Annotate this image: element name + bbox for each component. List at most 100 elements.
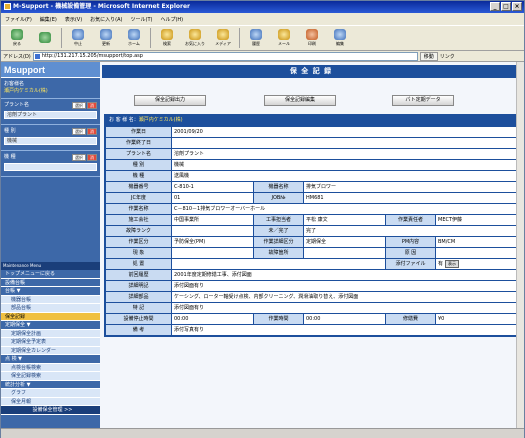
side-menu-item[interactable]: グラフ	[1, 389, 100, 398]
toolbar-button[interactable]	[31, 26, 59, 50]
category-block: 種 別 選択消 機械	[1, 125, 100, 151]
side-menu-item[interactable]: 統計分析 ▼	[1, 380, 100, 389]
sidebar: Msupport お客様名 瀬戸内ケミカル(株) プラント名 選択消 溶剤プラン…	[1, 62, 100, 434]
field-value	[171, 258, 386, 270]
field-label: 故障箇所	[253, 247, 304, 259]
app-logo[interactable]: Msupport	[1, 62, 100, 78]
field-value: 添付図面有り	[171, 302, 520, 314]
close-button[interactable]: ×	[512, 2, 522, 11]
output-button[interactable]: 保全記録出力	[134, 95, 206, 106]
kind-field[interactable]	[4, 163, 97, 171]
side-menu-item[interactable]: 設備保全管理 >>	[1, 406, 100, 415]
toolbar-icon	[128, 29, 140, 40]
menu-item[interactable]: お気に入り(A)	[90, 16, 122, 23]
field-value	[303, 247, 386, 259]
category-field[interactable]: 機械	[4, 137, 97, 145]
toolbar-label: お気に入り	[185, 41, 205, 46]
data-button[interactable]: パト定期データ	[392, 95, 454, 106]
toolbar-button[interactable]: 検索	[153, 26, 181, 50]
side-menu-item[interactable]: 保全記録	[1, 312, 100, 321]
field-value: MECT伊藤	[435, 214, 520, 226]
field-value: 送風機	[171, 170, 520, 182]
toolbar-button[interactable]: 更新	[92, 26, 120, 50]
record-row: 特 記添付図面有り	[105, 302, 520, 314]
field-label: 詳細部品	[105, 291, 172, 303]
side-menu-item[interactable]: 定期保全 ▼	[1, 321, 100, 330]
side-menu-item[interactable]: 定期保全予定表	[1, 338, 100, 347]
menu-item[interactable]: ヘルプ(H)	[160, 16, 183, 23]
kind-select-button[interactable]: 選択	[72, 154, 86, 161]
ie-icon	[4, 3, 11, 10]
toolbar-separator	[150, 28, 151, 48]
menu-item[interactable]: ツール(T)	[131, 16, 153, 23]
side-menu-item[interactable]: 定期保全計画	[1, 329, 100, 338]
category-clear-button[interactable]: 消	[87, 128, 97, 135]
scrollbar[interactable]	[516, 62, 524, 428]
toolbar-button[interactable]: ホーム	[120, 26, 148, 50]
side-menu-item[interactable]: 点検台帳検索	[1, 363, 100, 372]
record-row: 作業名称 C－810－1排気ブロワーオーバーホール	[105, 203, 520, 215]
menu-item[interactable]: 表示(V)	[65, 16, 82, 23]
side-menu-item[interactable]: 保全月報	[1, 397, 100, 406]
toolbar-label: 履歴	[252, 41, 260, 46]
side-menu-item[interactable]: 部品台帳	[1, 304, 100, 313]
menu-item[interactable]: 編集(E)	[40, 16, 57, 23]
plant-field[interactable]: 溶剤プラント	[4, 111, 97, 119]
attachment-flag: 有	[438, 260, 444, 267]
toolbar-button[interactable]: 戻る	[3, 26, 31, 50]
toolbar-button[interactable]: お気に入り	[181, 26, 209, 50]
address-input[interactable]: http://131.217.15.205/msupport/top.asp	[32, 51, 418, 61]
side-menu-item[interactable]: トップメニューに戻る	[1, 270, 100, 279]
minimize-button[interactable]: _	[490, 2, 500, 11]
action-buttons: 保全記録出力 保全記録編集 パト定期データ	[102, 95, 520, 106]
side-menu-item[interactable]: 保全記録検索	[1, 372, 100, 381]
toolbar-button[interactable]: 中止	[64, 26, 92, 50]
field-label: 作業区分	[105, 236, 172, 248]
maximize-button[interactable]: □	[501, 2, 511, 11]
field-value: 機械	[171, 159, 520, 171]
show-attachment-button[interactable]: 表示	[445, 259, 460, 268]
field-label: 設備停止時間	[105, 313, 172, 325]
toolbar-button[interactable]: メール	[270, 26, 298, 50]
plant-clear-button[interactable]: 消	[87, 102, 97, 109]
side-menu-item[interactable]: 点 検 ▼	[1, 355, 100, 364]
field-label: 作業名称	[105, 203, 172, 215]
toolbar-button[interactable]: 履歴	[242, 26, 270, 50]
side-menu-item[interactable]: 台帳 ▼	[1, 287, 100, 296]
edit-button[interactable]: 保全記録編集	[264, 95, 336, 106]
field-label: 処 置	[105, 258, 172, 270]
plant-block: プラント名 選択消 溶剤プラント	[1, 99, 100, 125]
toolbar-icon	[161, 29, 173, 40]
customer-value: 瀬戸内ケミカル(株)	[4, 88, 48, 94]
side-menu-item[interactable]: 機器台帳	[1, 295, 100, 304]
field-label: 備 考	[105, 324, 172, 336]
field-label: 修繕費	[385, 313, 436, 325]
field-value: C-810-1	[171, 181, 254, 193]
toolbar-button[interactable]: 編集	[326, 26, 354, 50]
kind-clear-button[interactable]: 消	[87, 154, 97, 161]
toolbar-label: 編集	[336, 41, 344, 46]
kind-block: 機 種 選択消	[1, 151, 100, 177]
side-menu-item[interactable]: 設備台帳	[1, 278, 100, 287]
page-title: 保 全 記 録	[102, 65, 520, 78]
field-label: 前回履歴	[105, 269, 172, 281]
field-label: 作業責任者	[385, 214, 436, 226]
toolbar-button[interactable]: 印刷	[298, 26, 326, 50]
field-value: 00:00	[303, 313, 386, 325]
field-value: 完了	[303, 225, 520, 237]
title-bar: M-Support - 機械設備管理 - Microsoft Internet …	[1, 1, 524, 13]
category-select-button[interactable]: 選択	[72, 128, 86, 135]
plant-select-button[interactable]: 選択	[72, 102, 86, 109]
side-menu-item[interactable]: 定期保全カレンダー	[1, 346, 100, 355]
menu-item[interactable]: ファイル(F)	[5, 16, 32, 23]
field-label: 添付ファイル	[385, 258, 436, 270]
field-value: BM/CM	[435, 236, 520, 248]
links-button[interactable]: リンク	[440, 53, 455, 60]
go-button[interactable]: 移動	[419, 51, 438, 61]
field-value: 添付図面有り	[171, 280, 520, 292]
field-label: 作業日	[105, 126, 172, 138]
toolbar-button[interactable]: メディア	[209, 26, 237, 50]
record-row: 設備停止時間 00:00 作業時間 00:00 修繕費 ¥0	[105, 313, 520, 325]
field-label: JOB№	[253, 192, 304, 204]
field-value	[171, 225, 254, 237]
